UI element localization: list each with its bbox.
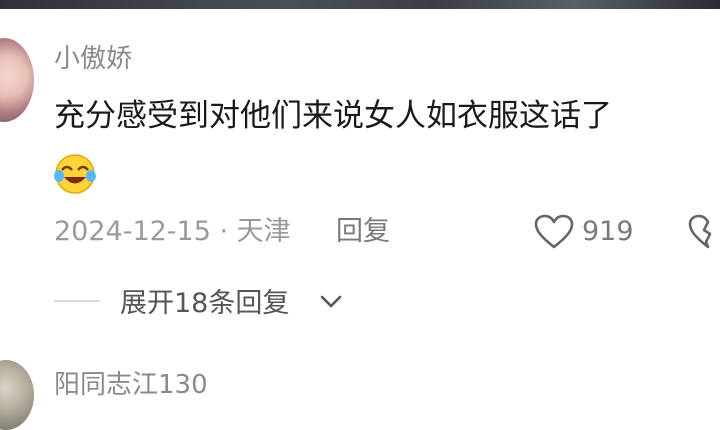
next-comment-avatar[interactable] bbox=[0, 360, 34, 430]
avatar[interactable] bbox=[0, 38, 34, 122]
reply-button[interactable]: 回复 bbox=[336, 213, 390, 251]
comment-username[interactable]: 小傲娇 bbox=[54, 42, 132, 76]
expand-replies-button[interactable]: 展开18条回复 bbox=[120, 285, 289, 323]
like-count: 919 bbox=[582, 216, 634, 247]
comment-meta: 2024-12-15 · 天津 bbox=[54, 216, 291, 247]
chevron-down-icon[interactable] bbox=[318, 292, 344, 312]
next-comment-username[interactable]: 阳同志江130 bbox=[54, 368, 208, 402]
expand-divider bbox=[54, 300, 100, 302]
video-strip bbox=[0, 0, 720, 9]
comment-text: 充分感受到对他们来说女人如衣服这话了 bbox=[54, 98, 612, 134]
broken-heart-icon[interactable] bbox=[688, 214, 720, 250]
heart-icon[interactable] bbox=[534, 214, 574, 250]
crying-laughing-emoji-icon bbox=[54, 154, 96, 194]
